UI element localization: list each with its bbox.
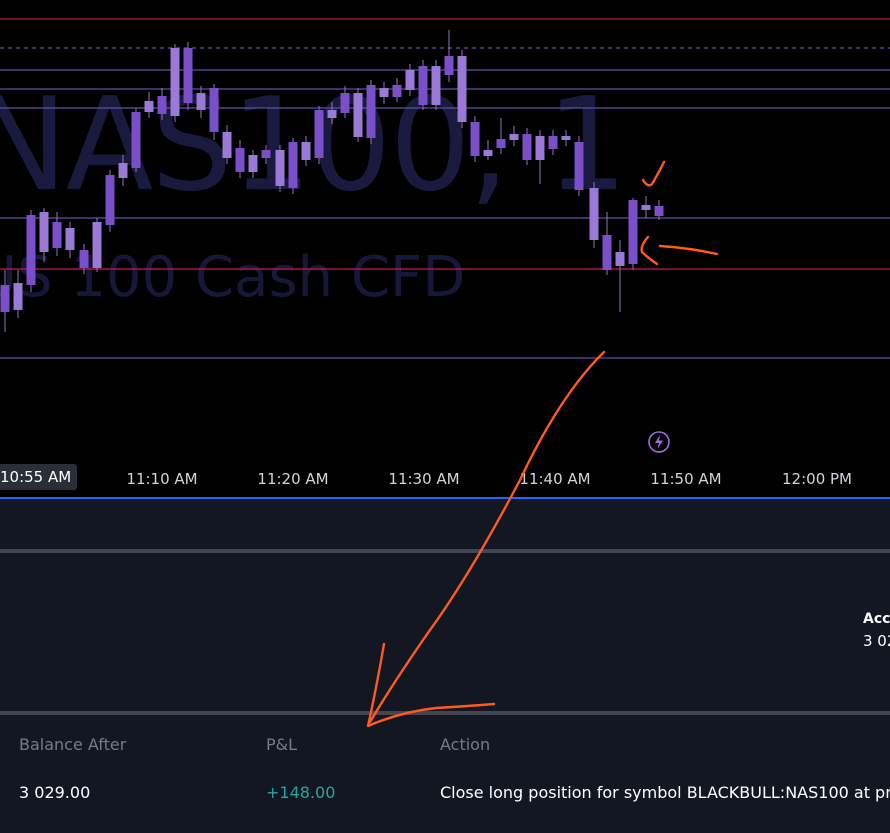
lightning-alert-icon[interactable] <box>647 430 671 454</box>
chart-area[interactable]: NAS100, 1 US 100 Cash CFD 10:55 AM 11:10… <box>0 0 890 497</box>
panel-toolbar <box>0 499 890 549</box>
candle-body <box>654 206 664 216</box>
candle-body <box>483 150 493 156</box>
candle-body <box>92 222 102 268</box>
candle-body <box>366 85 376 138</box>
candle-body <box>157 96 167 114</box>
panel-divider[interactable] <box>0 549 890 553</box>
candle-body <box>418 66 428 105</box>
cell-balance-after: 3 029.00 <box>19 783 91 802</box>
candle-body <box>13 283 23 310</box>
candle-body <box>405 70 415 90</box>
time-axis-cursor-label: 10:55 AM <box>0 464 78 490</box>
candle-body <box>561 136 571 140</box>
candle-body <box>196 93 206 110</box>
candle-body <box>641 205 651 210</box>
candle-body <box>248 155 258 172</box>
history-table-header: Balance After P&L Action <box>0 735 890 763</box>
candle-body <box>288 142 298 188</box>
candle-body <box>314 110 324 158</box>
candle-body <box>26 215 36 285</box>
candle-body <box>431 66 441 105</box>
time-tick: 11:30 AM <box>388 470 460 488</box>
candle-body <box>183 48 193 103</box>
candle-body <box>170 48 180 116</box>
candle-body <box>548 136 558 149</box>
table-row[interactable]: 3 029.00 +148.00 Close long position for… <box>0 783 890 815</box>
account-value: 3 02 <box>863 632 890 650</box>
candle-body <box>628 200 638 264</box>
candlestick-chart[interactable] <box>0 0 890 458</box>
candle-body <box>457 56 467 122</box>
candle-body <box>535 136 545 160</box>
time-axis[interactable]: 10:55 AM 11:10 AM 11:20 AM 11:30 AM 11:4… <box>0 458 890 496</box>
candle-body <box>52 222 62 248</box>
candle-body <box>353 93 363 137</box>
column-header-pnl[interactable]: P&L <box>266 735 297 754</box>
candle-body <box>327 110 337 118</box>
candle-body <box>574 142 584 190</box>
cell-pnl: +148.00 <box>266 783 336 802</box>
panel-divider[interactable] <box>0 711 890 715</box>
time-tick: 11:10 AM <box>126 470 198 488</box>
time-tick: 11:50 AM <box>650 470 722 488</box>
candle-body <box>301 142 311 160</box>
candle-body <box>261 150 271 158</box>
candle-body <box>275 150 285 186</box>
account-label: Acco <box>863 611 890 627</box>
bottom-panel: Acco 3 02 Balance After P&L Action 3 029… <box>0 497 890 833</box>
candle-body <box>118 163 128 178</box>
candle-body <box>615 252 625 266</box>
time-tick: 11:40 AM <box>519 470 591 488</box>
candle-body <box>79 250 89 268</box>
candle-body <box>39 212 49 252</box>
time-tick: 11:20 AM <box>257 470 329 488</box>
candle-body <box>392 85 402 97</box>
candle-body <box>589 188 599 240</box>
candle-body <box>105 175 115 225</box>
column-header-action[interactable]: Action <box>440 735 490 754</box>
account-summary: Acco 3 02 <box>863 611 890 650</box>
column-header-balance-after[interactable]: Balance After <box>19 735 126 754</box>
candle-body <box>65 228 75 250</box>
candle-body <box>131 112 141 168</box>
candle-body <box>496 139 506 148</box>
candle-body <box>444 56 454 75</box>
candle-body <box>0 285 10 312</box>
candle-body <box>602 235 612 270</box>
candle-body <box>470 122 480 156</box>
candle-body <box>340 93 350 113</box>
time-tick: 12:00 PM <box>782 470 852 488</box>
candle-body <box>379 88 389 97</box>
cell-action: Close long position for symbol BLACKBULL… <box>440 783 890 802</box>
candle-body <box>522 134 532 160</box>
candle-body <box>222 132 232 158</box>
candle-body <box>144 101 154 112</box>
candle-body <box>209 88 219 132</box>
candle-body <box>509 134 519 140</box>
candle-body <box>235 148 245 172</box>
